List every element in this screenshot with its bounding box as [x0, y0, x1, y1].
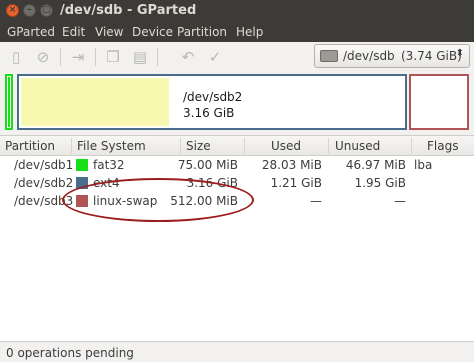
status-text: 0 operations pending — [6, 346, 134, 360]
dropdown-arrow-icon: ⬍ — [455, 48, 464, 59]
partition-table: Partition File System Size Used Unused F… — [0, 135, 474, 341]
partition-block-sdb3[interactable] — [409, 74, 469, 130]
paste-button[interactable]: ▤ — [130, 47, 150, 67]
column-separator — [411, 138, 412, 154]
menu-help[interactable]: Help — [236, 25, 263, 39]
minimize-window-button[interactable]: – — [23, 4, 36, 17]
toolbar-separator — [60, 48, 61, 66]
device-name: /dev/sdb — [343, 49, 395, 63]
apply-icon: ✓ — [208, 48, 222, 66]
menu-device[interactable]: Device — [132, 25, 173, 39]
column-separator — [244, 138, 245, 154]
column-header-used[interactable]: Used — [271, 139, 301, 153]
status-bar: 0 operations pending — [0, 341, 474, 362]
maximize-window-button[interactable]: □ — [40, 4, 53, 17]
toolbar-separator — [157, 48, 158, 66]
flags-cell: lba — [414, 158, 433, 172]
unused-cell: 46.97 MiB — [345, 158, 406, 172]
table-row[interactable]: /dev/sdb1 fat32 75.00 MiB 28.03 MiB 46.9… — [0, 156, 474, 174]
resize-move-button[interactable]: ⇥ — [68, 47, 88, 67]
column-header-partition[interactable]: Partition — [5, 139, 55, 153]
column-separator — [180, 138, 181, 154]
column-header-unused[interactable]: Unused — [335, 139, 380, 153]
window-title: /dev/sdb - GParted — [60, 3, 197, 18]
undo-button[interactable]: ↶ — [178, 47, 198, 67]
fs-color-swatch — [76, 159, 88, 171]
used-cell: — — [310, 194, 322, 208]
new-icon: ▯ — [11, 48, 21, 66]
delete-partition-button[interactable]: ⊘ — [33, 47, 53, 67]
close-icon: × — [8, 5, 17, 15]
copy-icon: ❐ — [106, 48, 120, 66]
column-header-file-system[interactable]: File System — [77, 139, 146, 153]
used-space-fill — [8, 77, 10, 127]
column-header-flags[interactable]: Flags — [427, 139, 458, 153]
menu-gparted[interactable]: GParted — [7, 25, 55, 39]
partition-block-sdb1[interactable] — [5, 74, 13, 130]
unused-cell: — — [394, 194, 406, 208]
disk-icon — [320, 50, 338, 62]
title-bar: × – □ /dev/sdb - GParted — [0, 0, 474, 22]
partition-map: /dev/sdb2 3.16 GiB — [0, 72, 474, 132]
maximize-icon: □ — [42, 5, 51, 15]
used-space-fill — [21, 78, 169, 126]
device-size: (3.74 GiB) — [401, 49, 462, 63]
annotation-ellipse — [62, 178, 254, 222]
filesystem-cell: fat32 — [93, 158, 125, 172]
copy-button[interactable]: ❐ — [103, 47, 123, 67]
used-cell: 1.21 GiB — [270, 176, 322, 190]
partition-cell: /dev/sdb1 — [14, 158, 74, 172]
menu-edit[interactable]: Edit — [62, 25, 85, 39]
minimize-icon: – — [27, 5, 32, 15]
new-partition-button[interactable]: ▯ — [6, 47, 26, 67]
device-selector[interactable]: /dev/sdb (3.74 GiB) ⬍ — [314, 44, 470, 68]
used-cell: 28.03 MiB — [261, 158, 322, 172]
undo-icon: ↶ — [181, 48, 195, 66]
column-separator — [71, 138, 72, 154]
column-header-size[interactable]: Size — [186, 139, 211, 153]
close-window-button[interactable]: × — [6, 4, 19, 17]
paste-icon: ▤ — [132, 48, 148, 66]
unused-cell: 1.95 GiB — [354, 176, 406, 190]
menu-bar: GParted Edit View Device Partition Help — [0, 22, 474, 42]
size-cell: 75.00 MiB — [177, 158, 238, 172]
partition-block-name: /dev/sdb2 — [183, 90, 243, 104]
delete-icon: ⊘ — [36, 48, 50, 66]
toolbar-separator — [95, 48, 96, 66]
partition-block-sdb2[interactable]: /dev/sdb2 3.16 GiB — [17, 74, 407, 130]
partition-block-size: 3.16 GiB — [183, 106, 235, 120]
apply-button[interactable]: ✓ — [205, 47, 225, 67]
menu-view[interactable]: View — [95, 25, 123, 39]
table-header: Partition File System Size Used Unused F… — [0, 136, 474, 156]
column-separator — [328, 138, 329, 154]
menu-partition[interactable]: Partition — [177, 25, 227, 39]
resize-move-icon: ⇥ — [71, 48, 85, 66]
partition-cell: /dev/sdb2 — [14, 176, 74, 190]
